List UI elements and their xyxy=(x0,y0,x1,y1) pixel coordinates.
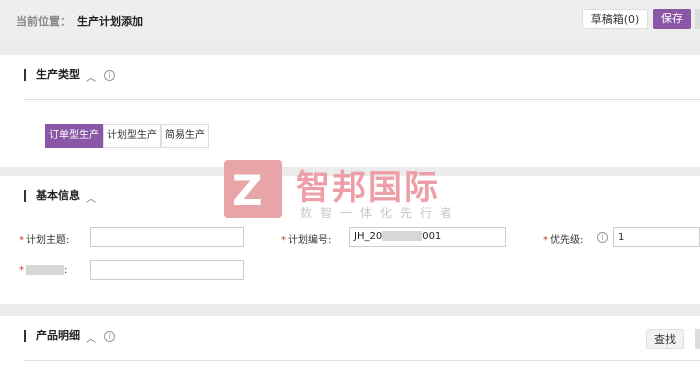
hidden-field-input[interactable] xyxy=(90,260,244,280)
save-button[interactable]: 保存 xyxy=(653,9,691,29)
breadcrumb-prefix: 当前位置： xyxy=(16,15,71,28)
more-button-edge[interactable] xyxy=(695,329,700,349)
plan-subject-label: * 计划主题: xyxy=(19,235,70,246)
plan-number-input[interactable]: JH_20 001 xyxy=(349,227,506,247)
section-title-basic-info: 基本信息 xyxy=(24,190,80,202)
priority-label: * 优先级: xyxy=(543,235,584,246)
more-button-edge[interactable] xyxy=(695,9,700,29)
production-type-tabs: 订单型生产 计划型生产 简易生产 xyxy=(45,124,209,148)
chevron-up-icon[interactable]: ︿ xyxy=(86,190,96,205)
tab-order-production[interactable]: 订单型生产 xyxy=(45,124,103,148)
hidden-field-label: *: xyxy=(19,265,68,276)
page-title: 生产计划添加 xyxy=(77,15,143,28)
info-icon[interactable]: i xyxy=(104,70,115,81)
tab-plan-production[interactable]: 计划型生产 xyxy=(103,124,161,148)
drafts-button[interactable]: 草稿箱(0) xyxy=(582,9,648,29)
info-icon[interactable]: i xyxy=(104,331,115,342)
redacted-mask xyxy=(382,231,423,241)
chevron-up-icon[interactable]: ︿ xyxy=(86,330,96,345)
product-detail-panel: 产品明细 ︿ i 查找 xyxy=(0,316,700,382)
redacted-mask xyxy=(26,265,64,275)
header-bar: 当前位置： 生产计划添加 草稿箱(0) 保存 xyxy=(0,0,700,42)
production-type-panel: 生产类型 ︿ i 订单型生产 计划型生产 简易生产 xyxy=(0,55,700,167)
section-divider xyxy=(24,360,700,361)
plan-subject-input[interactable] xyxy=(90,227,244,247)
chevron-up-icon[interactable]: ︿ xyxy=(86,69,96,84)
basic-info-panel: 基本信息 ︿ *计划主题: *计划编号: JH_20001 *优先级: i *: xyxy=(0,176,700,304)
breadcrumb: 当前位置： 生产计划添加 xyxy=(16,13,143,29)
priority-input[interactable] xyxy=(613,227,700,247)
section-title-production-type: 生产类型 xyxy=(24,69,80,81)
info-icon[interactable]: i xyxy=(597,232,608,243)
section-divider xyxy=(24,99,700,100)
find-button[interactable]: 查找 xyxy=(646,329,684,349)
section-title-product-detail: 产品明细 xyxy=(24,330,80,342)
tab-simple-production[interactable]: 简易生产 xyxy=(161,124,209,148)
plan-number-label: * 计划编号: xyxy=(281,235,332,246)
